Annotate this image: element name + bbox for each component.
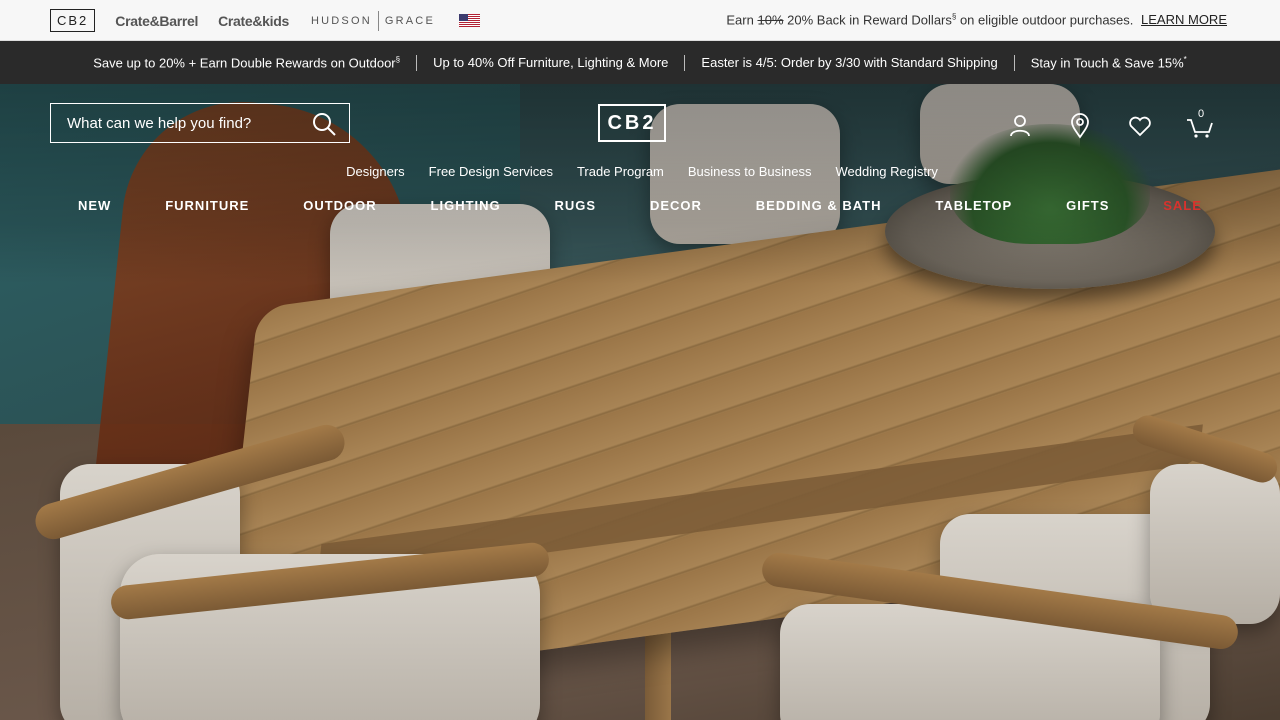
cb2-logo[interactable]: CB2 bbox=[598, 104, 666, 142]
account-icon bbox=[1010, 115, 1030, 137]
reward-text: 20% Back in Reward Dollars bbox=[787, 12, 952, 28]
brand-bar: CB2 Crate&Barrel Crate&kids HUDSON GRACE… bbox=[0, 0, 1280, 41]
nav-item-lighting[interactable]: LIGHTING bbox=[431, 198, 501, 213]
reward-prefix: Earn bbox=[726, 12, 754, 28]
us-flag-icon[interactable] bbox=[459, 14, 480, 27]
reward-suffix: on eligible outdoor purchases. bbox=[959, 12, 1134, 28]
nav-item-bedding-bath[interactable]: BEDDING & BATH bbox=[756, 198, 882, 213]
hero-image[interactable] bbox=[0, 84, 1280, 720]
promo-item-outdoor[interactable]: Save up to 20% + Earn Double Rewards on … bbox=[93, 55, 400, 70]
cart-count-badge: 0 bbox=[1198, 108, 1205, 120]
hudson-text: HUDSON bbox=[311, 14, 372, 27]
nav-item-tabletop[interactable]: TABLETOP bbox=[935, 198, 1012, 213]
sister-brands: CB2 Crate&Barrel Crate&kids HUDSON GRACE bbox=[50, 9, 480, 32]
promo-divider bbox=[416, 54, 418, 71]
account-button[interactable] bbox=[1006, 112, 1034, 140]
reward-message: Earn 10% 20% Back in Reward Dollars§ on … bbox=[726, 12, 1227, 27]
promo-divider bbox=[684, 54, 686, 71]
nav-item-new[interactable]: NEW bbox=[78, 198, 111, 213]
subnav-item-trade-program[interactable]: Trade Program bbox=[577, 164, 664, 179]
promo-divider bbox=[1013, 54, 1015, 71]
subnav-item-business-to-business[interactable]: Business to Business bbox=[688, 164, 812, 179]
brand-link-crate-and-kids[interactable]: Crate&kids bbox=[218, 13, 289, 29]
heart-icon bbox=[1129, 116, 1151, 137]
favorites-button[interactable] bbox=[1126, 112, 1154, 140]
grace-text: GRACE bbox=[384, 14, 435, 27]
reward-sup: § bbox=[951, 12, 957, 21]
nav-item-decor[interactable]: DECOR bbox=[650, 198, 702, 213]
subnav-item-free-design-services[interactable]: Free Design Services bbox=[429, 164, 553, 179]
promo-item-furniture[interactable]: Up to 40% Off Furniture, Lighting & More bbox=[433, 55, 668, 70]
promo-bar: Save up to 20% + Earn Double Rewards on … bbox=[0, 41, 1280, 84]
secondary-nav: Designers Free Design Services Trade Pro… bbox=[0, 164, 1280, 179]
subnav-item-designers[interactable]: Designers bbox=[346, 164, 405, 179]
brand-link-hudson-grace[interactable]: HUDSON GRACE bbox=[311, 10, 435, 31]
main-nav: NEW FURNITURE OUTDOOR LIGHTING RUGS DECO… bbox=[50, 198, 1230, 213]
brand-link-crate-and-barrel[interactable]: Crate&Barrel bbox=[115, 13, 198, 29]
location-pin-icon bbox=[1071, 113, 1089, 139]
hudson-grace-divider bbox=[377, 10, 379, 31]
store-locator-button[interactable] bbox=[1066, 112, 1094, 140]
brand-link-cb2[interactable]: CB2 bbox=[50, 9, 96, 32]
search-icon bbox=[313, 113, 336, 136]
nav-item-gifts[interactable]: GIFTS bbox=[1066, 198, 1109, 213]
nav-item-outdoor[interactable]: OUTDOOR bbox=[303, 198, 376, 213]
subnav-item-wedding-registry[interactable]: Wedding Registry bbox=[835, 164, 937, 179]
learn-more-link[interactable]: LEARN MORE bbox=[1141, 12, 1227, 27]
promo-item-easter[interactable]: Easter is 4/5: Order by 3/30 with Standa… bbox=[701, 55, 997, 70]
search-box[interactable] bbox=[50, 103, 350, 143]
search-input[interactable] bbox=[67, 114, 302, 132]
nav-item-sale[interactable]: SALE bbox=[1163, 198, 1202, 213]
nav-item-rugs[interactable]: RUGS bbox=[555, 198, 597, 213]
nav-item-furniture[interactable]: FURNITURE bbox=[165, 198, 249, 213]
promo-item-stay-in-touch[interactable]: Stay in Touch & Save 15%* bbox=[1031, 55, 1187, 70]
search-button[interactable] bbox=[311, 111, 337, 137]
reward-old-rate: 10% bbox=[757, 12, 784, 28]
